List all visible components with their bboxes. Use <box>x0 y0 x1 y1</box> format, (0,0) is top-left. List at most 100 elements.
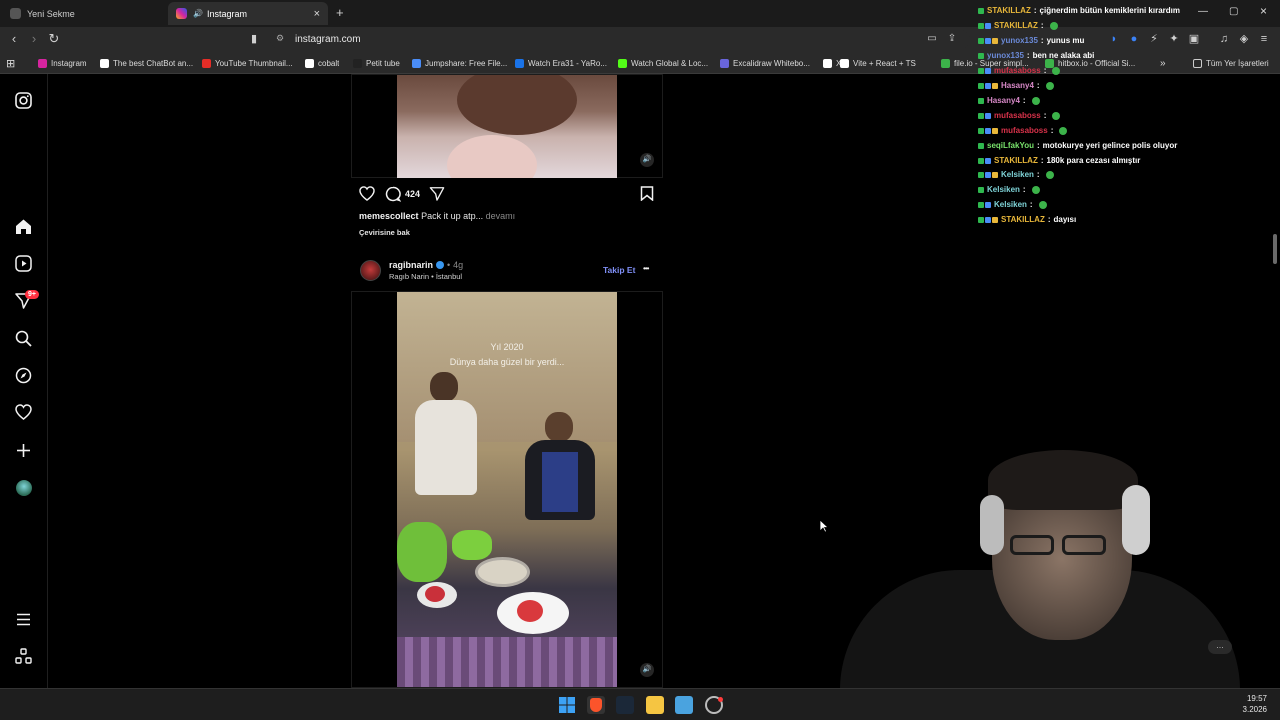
vpn-icon[interactable]: ● <box>1126 31 1142 47</box>
minimize-window-icon[interactable]: — <box>1198 6 1208 17</box>
audio-toggle-icon[interactable]: 🔊 <box>640 153 654 167</box>
sidebar-toggle-icon[interactable]: ▣ <box>1186 31 1202 47</box>
all-bookmarks-folder[interactable]: Tüm Yer İşaretleri <box>1193 56 1269 70</box>
windows-taskbar: 19:57 3.2026 <box>0 688 1280 720</box>
new-tab-button[interactable]: + <box>336 5 344 20</box>
bookmark-item[interactable]: X <box>823 56 841 70</box>
chat-message: STAKILLAZ: <box>978 21 1058 30</box>
explore-icon[interactable] <box>15 367 32 384</box>
post-media-container[interactable]: Yıl 2020 Dünya daha güzel bir yerdi... 🔊 <box>351 291 663 688</box>
steam-icon[interactable] <box>616 696 634 714</box>
bookmark-item[interactable]: Vite + React + TS <box>840 56 916 70</box>
chat-badge-icon <box>978 201 984 208</box>
media-icon[interactable]: ♫ <box>1216 31 1232 47</box>
reels-icon[interactable] <box>15 255 32 272</box>
tab-new-tab[interactable]: Yeni Sekme <box>2 2 166 25</box>
close-tab-icon[interactable]: × <box>314 8 320 20</box>
search-icon[interactable] <box>15 330 32 347</box>
taskbar-clock-time[interactable]: 19:57 <box>1237 694 1267 703</box>
share-icon[interactable] <box>429 186 445 201</box>
post-video[interactable] <box>397 75 617 178</box>
heart-notifications-icon[interactable] <box>15 404 32 421</box>
post-time[interactable]: 4g <box>453 260 463 270</box>
chat-message: yunox135: yunus mu <box>978 36 1084 45</box>
post-video[interactable]: Yıl 2020 Dünya daha güzel bir yerdi... <box>397 292 617 687</box>
bookmark-label: Instagram <box>51 58 87 68</box>
caption-more-link[interactable]: devamı <box>486 211 516 221</box>
extension-icon[interactable]: ⚡ <box>1146 31 1162 47</box>
bookmark-item[interactable]: Excalidraw Whitebo... <box>720 56 810 70</box>
like-heart-icon[interactable] <box>359 186 375 201</box>
bookmark-label: cobalt <box>318 58 340 68</box>
extension-icon[interactable]: ◗ <box>1106 31 1122 47</box>
app-icon[interactable] <box>675 696 693 714</box>
chat-badge-icon <box>978 82 984 89</box>
also-from-meta-icon[interactable] <box>15 648 32 665</box>
close-window-icon[interactable]: × <box>1260 4 1267 18</box>
apron-image <box>542 452 578 512</box>
webcam-hair-image <box>988 450 1138 510</box>
chat-emote-icon <box>1031 185 1040 194</box>
follow-button[interactable]: Takip Et <box>603 265 635 275</box>
extensions-puzzle-icon[interactable]: ✦ <box>1166 31 1182 47</box>
reload-icon[interactable]: ↻ <box>46 31 62 47</box>
windows-start-icon[interactable] <box>558 696 576 714</box>
post-author-avatar[interactable] <box>360 260 381 281</box>
chat-message: STAKILLAZ: çiğnerdim bütün kemiklerini kı… <box>978 6 1180 15</box>
bookmark-item[interactable]: Jumpshare: Free File... <box>412 56 507 70</box>
tab-instagram[interactable]: 🔊 Instagram × <box>168 2 328 25</box>
bookmark-item[interactable]: Watch Era31 - YaRo... <box>515 56 607 70</box>
taskbar-clock-date[interactable]: 3.2026 <box>1237 705 1267 714</box>
menu-icon[interactable]: ≡ <box>1256 31 1272 47</box>
audio-toggle-icon[interactable]: 🔊 <box>640 663 654 677</box>
instagram-logo-icon[interactable] <box>15 92 32 109</box>
save-bookmark-icon[interactable] <box>640 186 654 201</box>
page-scrollbar[interactable] <box>1273 234 1277 264</box>
chat-message: STAKILLAZ: dayısı <box>978 215 1076 224</box>
chat-badge-icon <box>992 171 998 178</box>
file-explorer-icon[interactable] <box>646 696 664 714</box>
post-media-container[interactable]: 🔊 <box>351 74 663 178</box>
address-bar[interactable]: ⚙ instagram.com <box>270 30 970 49</box>
apps-grid-icon[interactable]: ⊞ <box>6 56 15 70</box>
caption-username[interactable]: memescollect <box>359 211 419 221</box>
brave-browser-icon[interactable] <box>587 696 605 714</box>
bookmarks-overflow-button[interactable]: » <box>1160 56 1166 70</box>
chat-separator: : <box>1047 215 1051 224</box>
bookmark-label: Vite + React + TS <box>853 58 916 68</box>
chat-separator: : <box>1040 36 1044 45</box>
chat-separator: : <box>1043 111 1047 120</box>
see-translation-link[interactable]: Çevirisine bak <box>359 228 410 237</box>
cast-icon[interactable]: ▭ <box>924 31 940 47</box>
brave-rewards-icon[interactable]: ◈ <box>1236 31 1252 47</box>
home-icon[interactable] <box>15 218 32 235</box>
maximize-window-icon[interactable]: ▢ <box>1229 6 1238 17</box>
bookmark-item[interactable]: cobalt <box>305 56 339 70</box>
chat-badge-icon <box>985 37 991 44</box>
comment-icon[interactable] <box>385 186 401 202</box>
create-plus-icon[interactable] <box>15 442 32 459</box>
site-info-icon[interactable]: ⚙ <box>276 33 284 44</box>
forward-icon[interactable]: › <box>26 31 42 47</box>
person-head-image <box>430 372 458 402</box>
headphones-image <box>980 495 1004 555</box>
more-menu-icon[interactable] <box>15 611 32 628</box>
bookmark-label: Jumpshare: Free File... <box>425 58 508 68</box>
person-head-image <box>545 412 573 442</box>
post-options-icon[interactable]: ••• <box>643 264 649 273</box>
bookmark-page-icon[interactable]: ▮ <box>246 31 262 47</box>
chat-message: seqiLfakYou: motokurye yeri gelince polis… <box>978 141 1177 150</box>
more-options-icon[interactable]: … <box>1208 640 1232 654</box>
bookmark-favicon-icon <box>720 58 729 68</box>
back-icon[interactable]: ‹ <box>6 31 22 47</box>
bookmark-item[interactable]: Petit tube <box>353 56 400 70</box>
profile-avatar[interactable] <box>16 480 32 496</box>
share-icon[interactable]: ⇪ <box>944 31 960 47</box>
comment-count[interactable]: 424 <box>405 189 420 199</box>
bookmark-item[interactable]: Watch Global & Loc... <box>618 56 708 70</box>
bookmark-item[interactable]: YouTube Thumbnail... <box>202 56 293 70</box>
bookmark-item[interactable]: The best ChatBot an... <box>100 56 193 70</box>
bookmark-item[interactable]: Instagram <box>38 56 87 70</box>
post-username[interactable]: ragibnarin <box>389 260 433 270</box>
post-subtitle[interactable]: Ragıb Narin • İstanbul <box>389 272 462 281</box>
